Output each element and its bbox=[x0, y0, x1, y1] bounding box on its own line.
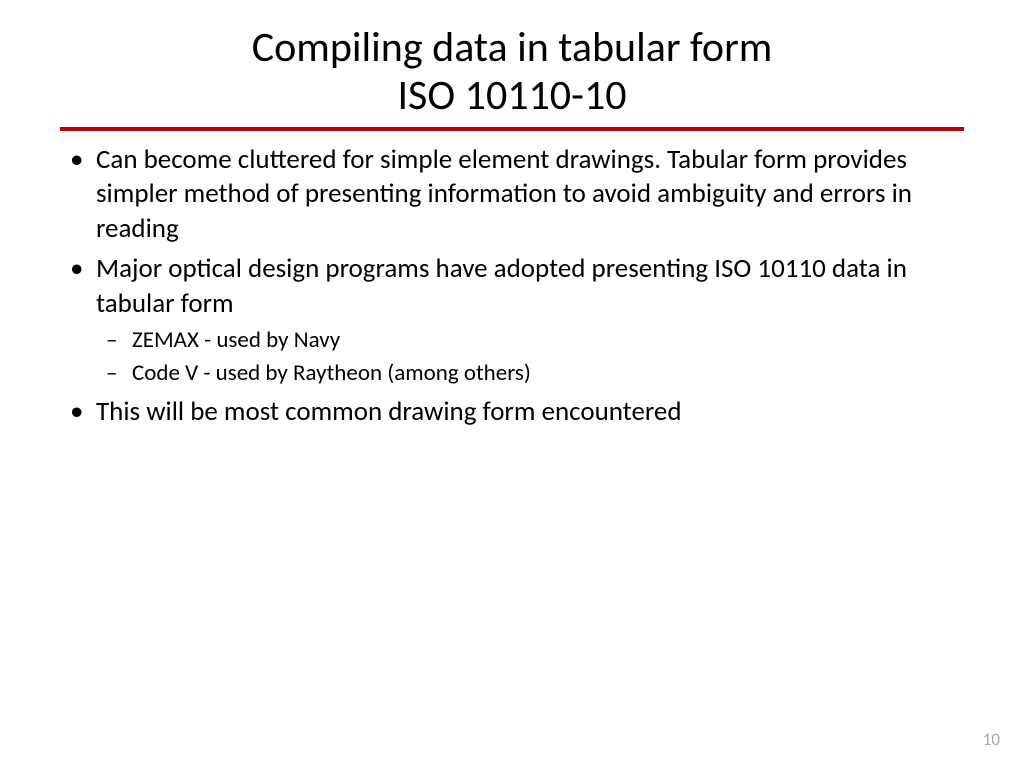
title-line-2: ISO 10110-10 bbox=[397, 70, 626, 121]
title-underline bbox=[60, 127, 964, 131]
sub-bullet-item: Code V - used by Raytheon (among others) bbox=[96, 358, 964, 389]
title-line-1: Compiling data in tabular form bbox=[252, 22, 773, 73]
bullet-text: Major optical design programs have adopt… bbox=[96, 252, 907, 320]
slide-title: Compiling data in tabular form ISO 10110… bbox=[60, 24, 964, 121]
page-number: 10 bbox=[983, 729, 1000, 750]
bullet-text: This will be most common drawing form en… bbox=[96, 395, 682, 428]
bullet-item: Major optical design programs have adopt… bbox=[60, 252, 964, 389]
sub-bullet-item: ZEMAX - used by Navy bbox=[96, 325, 964, 356]
sub-bullet-text: Code V - used by Raytheon (among others) bbox=[132, 359, 531, 387]
bullet-list: Can become cluttered for simple element … bbox=[60, 143, 964, 430]
bullet-item: This will be most common drawing form en… bbox=[60, 395, 964, 430]
bullet-text: Can become cluttered for simple element … bbox=[96, 143, 912, 245]
bullet-item: Can become cluttered for simple element … bbox=[60, 143, 964, 247]
slide: Compiling data in tabular form ISO 10110… bbox=[0, 0, 1024, 768]
sub-bullet-list: ZEMAX - used by Navy Code V - used by Ra… bbox=[96, 325, 964, 389]
sub-bullet-text: ZEMAX - used by Navy bbox=[132, 326, 340, 354]
